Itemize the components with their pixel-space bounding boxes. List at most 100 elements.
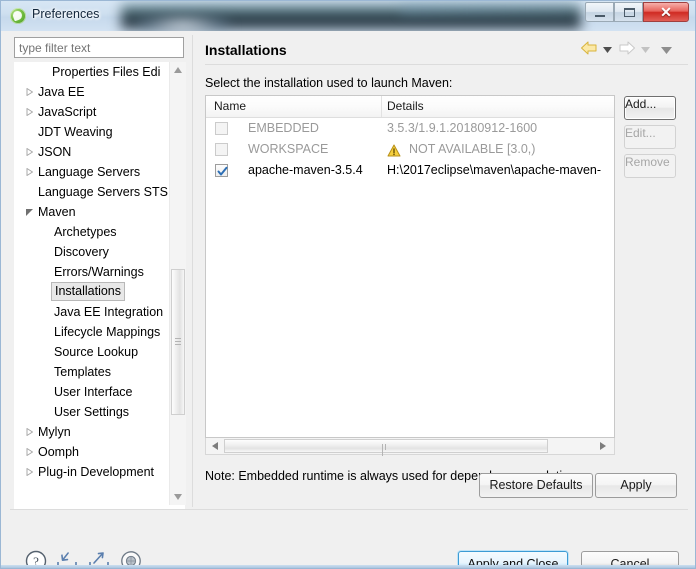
row-name-cell: WORKSPACE <box>248 142 329 156</box>
tree-item-discovery[interactable]: Discovery <box>14 242 170 262</box>
tree-item-java-ee-integration[interactable]: Java EE Integration <box>14 302 170 322</box>
title-bar[interactable]: Preferences ✕ <box>1 1 695 31</box>
table-row[interactable]: apache-maven-3.5.4 H:\2017eclipse\maven\a… <box>206 160 614 181</box>
desktop-blur-highlight <box>137 15 229 31</box>
column-resize-handle[interactable] <box>381 96 382 117</box>
chevron-up-icon <box>174 67 182 73</box>
row-checkbox[interactable] <box>215 143 228 156</box>
tree-item-user-settings[interactable]: User Settings <box>14 402 170 422</box>
table-body: EMBEDDED 3.5.3/1.9.1.20180912-1600 WORKSPA… <box>206 118 614 181</box>
scroll-down-button[interactable] <box>170 489 186 505</box>
column-header-details[interactable]: Details <box>387 96 424 117</box>
warning-triangle-icon <box>387 143 401 157</box>
expand-arrow-closed-icon[interactable] <box>24 82 36 102</box>
row-checkbox[interactable] <box>215 122 228 135</box>
tree-item-label: Plug-in Development <box>38 465 155 479</box>
tree-item-archetypes[interactable]: Archetypes <box>14 222 170 242</box>
tree-item-errors-warnings[interactable]: Errors/Warnings <box>14 262 170 282</box>
dialog-body: Properties Files Edi Java EE JavaScript JDT… <box>2 31 695 568</box>
tree-item-language-servers[interactable]: Language Servers <box>14 162 170 182</box>
pane-divider[interactable] <box>192 35 193 507</box>
maximize-icon <box>624 8 635 17</box>
forward-history-menu-button[interactable] <box>639 40 653 60</box>
tree-item-maven[interactable]: Maven <box>14 202 170 222</box>
table-hscroll-thumb[interactable] <box>224 439 548 456</box>
restore-defaults-button[interactable]: Restore Defaults <box>479 473 593 498</box>
table-row[interactable]: WORKSPACE NOT AVAILABLE [3.0,) <box>206 139 614 160</box>
forward-button[interactable] <box>618 40 638 60</box>
tree-item-label: Lifecycle Mappings <box>54 325 161 339</box>
back-button[interactable] <box>580 40 600 60</box>
expand-arrow-closed-icon[interactable] <box>24 422 36 442</box>
add-button[interactable]: Add... <box>624 96 676 120</box>
scroll-right-button[interactable] <box>596 439 610 453</box>
expand-arrow-closed-icon[interactable] <box>24 442 36 462</box>
minimize-icon <box>595 15 605 17</box>
tree-item-mylyn[interactable]: Mylyn <box>14 422 170 442</box>
tree-item-java-ee[interactable]: Java EE <box>14 82 170 102</box>
row-checkbox[interactable] <box>215 164 228 177</box>
preference-tree[interactable]: Properties Files Edi Java EE JavaScript JDT… <box>14 62 185 522</box>
tree-item-label: Java EE Integration <box>54 305 164 319</box>
tree-item-label: Language Servers STS <box>38 185 168 199</box>
close-icon: ✕ <box>660 4 672 20</box>
remove-button[interactable]: Remove <box>624 154 676 178</box>
table-row[interactable]: EMBEDDED 3.5.3/1.9.1.20180912-1600 <box>206 118 614 139</box>
expand-arrow-closed-icon[interactable] <box>24 162 36 182</box>
chevron-down-icon <box>603 47 612 53</box>
tree-item-label: Maven <box>38 205 76 219</box>
desktop-blur-streak <box>401 4 571 14</box>
tree-item-plug-in-development[interactable]: Plug-in Development <box>14 462 170 482</box>
scroll-up-button[interactable] <box>170 62 186 78</box>
filter-input[interactable] <box>14 37 184 58</box>
scroll-left-button[interactable] <box>208 439 222 453</box>
tree-vertical-scrollbar[interactable] <box>169 62 186 505</box>
tree-item-label: Errors/Warnings <box>54 265 144 279</box>
tree-item-installations[interactable]: Installations <box>14 282 170 302</box>
column-header-name[interactable]: Name <box>214 96 246 117</box>
tree-item-templates[interactable]: Templates <box>14 362 170 382</box>
tree-item-label: Source Lookup <box>54 345 139 359</box>
preferences-dialog: Preferences ✕ Properties Files Edi Java E… <box>0 0 696 569</box>
expand-arrow-open-icon[interactable] <box>24 202 36 222</box>
row-details-cell: NOT AVAILABLE [3.0,) <box>409 142 536 156</box>
tree-item-json[interactable]: JSON <box>14 142 170 162</box>
tree-item-label: Discovery <box>54 245 109 259</box>
maximize-button[interactable] <box>614 2 643 22</box>
edit-button[interactable]: Edit... <box>624 125 676 149</box>
eclipse-logo-icon <box>10 8 26 24</box>
preference-tree-nodes: Properties Files Edi Java EE JavaScript JDT… <box>14 62 170 505</box>
tree-item-label: Installations <box>51 282 126 301</box>
page-header-divider <box>205 64 688 65</box>
close-button[interactable]: ✕ <box>643 2 689 22</box>
expand-arrow-closed-icon[interactable] <box>24 102 36 122</box>
page-title: Installations <box>205 42 287 58</box>
scroll-thumb-grip <box>382 444 390 456</box>
tree-item-jdt-weaving[interactable]: JDT Weaving <box>14 122 170 142</box>
back-history-menu-button[interactable] <box>601 40 615 60</box>
apply-button[interactable]: Apply <box>595 473 677 498</box>
table-horizontal-scrollbar[interactable] <box>205 438 615 456</box>
tree-item-user-interface[interactable]: User Interface <box>14 382 170 402</box>
chevron-right-icon <box>600 442 606 450</box>
tree-scroll-thumb[interactable] <box>171 269 185 415</box>
tree-item-label: Language Servers <box>38 165 141 179</box>
tree-item-javascript[interactable]: JavaScript <box>14 102 170 122</box>
page-menu-button[interactable] <box>659 40 675 60</box>
tree-item-language-servers-sts[interactable]: Language Servers STS <box>14 182 170 202</box>
tree-item-label: JSON <box>38 145 72 159</box>
expand-arrow-closed-icon[interactable] <box>24 462 36 482</box>
row-name-cell: apache-maven-3.5.4 <box>248 163 363 177</box>
installations-table[interactable]: Name Details EMBEDDED 3.5.3/1.9.1.2018091… <box>205 95 615 438</box>
table-header-row: Name Details <box>206 96 614 118</box>
minimize-button[interactable] <box>585 2 614 22</box>
scroll-thumb-grip <box>175 338 181 347</box>
tree-item-properties-files-edi[interactable]: Properties Files Edi <box>14 62 170 82</box>
expand-arrow-closed-icon[interactable] <box>24 142 36 162</box>
back-arrow-icon <box>581 41 597 55</box>
tree-item-oomph[interactable]: Oomph <box>14 442 170 462</box>
tree-item-lifecycle-mappings[interactable]: Lifecycle Mappings <box>14 322 170 342</box>
forward-arrow-icon <box>619 41 635 55</box>
tree-item-source-lookup[interactable]: Source Lookup <box>14 342 170 362</box>
tree-item-label: Properties Files Edi <box>52 65 161 79</box>
